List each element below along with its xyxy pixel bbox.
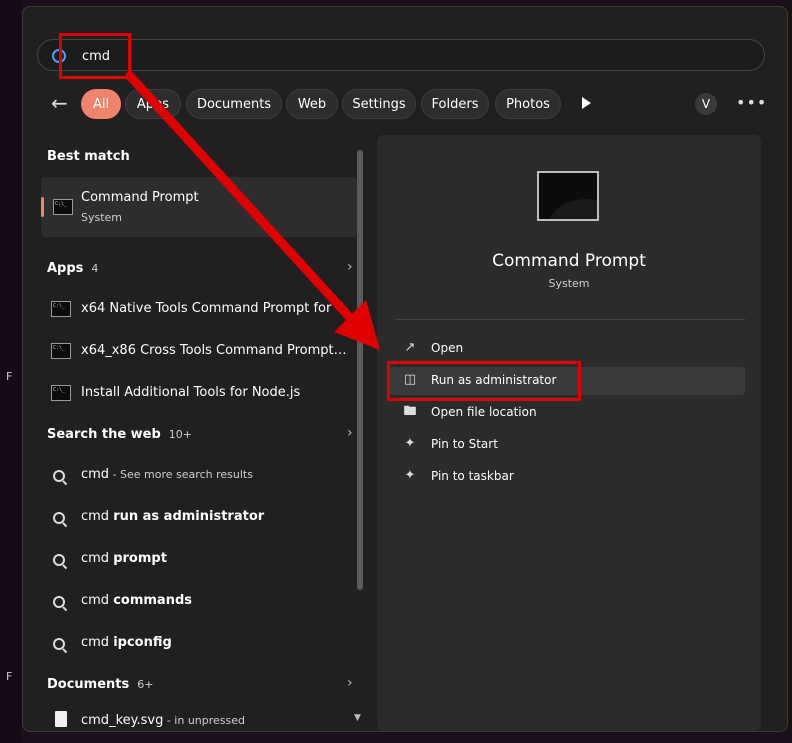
search-icon (53, 512, 65, 524)
start-search-panel: ← All Apps Documents Web Settings Folder… (22, 6, 788, 732)
filter-photos[interactable]: Photos (495, 89, 561, 119)
web-result-label: cmd commands (81, 593, 193, 608)
open-external-icon: ↗ (404, 340, 416, 355)
document-result-label: cmd_key.svg - in unpressed (81, 713, 246, 728)
annotation-highlight-run-as-admin (387, 361, 581, 401)
web-result-label: cmd prompt (81, 551, 167, 566)
search-input[interactable] (80, 44, 684, 68)
command-prompt-icon (53, 199, 73, 215)
action-label: Open file location (431, 405, 537, 419)
filter-settings[interactable]: Settings (342, 89, 416, 119)
web-heading[interactable]: Search the web 10+ (47, 427, 192, 442)
scroll-down-icon[interactable]: ▼ (354, 713, 361, 723)
search-icon (53, 470, 65, 482)
detail-title: Command Prompt (492, 251, 646, 271)
web-result-label: cmd run as administrator (81, 509, 265, 524)
app-result-label: Install Additional Tools for Node.js (81, 385, 301, 400)
selection-accent (41, 197, 44, 217)
search-box[interactable] (37, 39, 765, 71)
documents-heading[interactable]: Documents 6+ (47, 677, 153, 692)
app-result-label: x64 Native Tools Command Prompt for VS (81, 301, 343, 316)
filter-web[interactable]: Web (286, 89, 338, 119)
detail-subtitle: System (548, 277, 590, 290)
best-match-heading: Best match (47, 149, 130, 164)
app-result-label: x64_x86 Cross Tools Command Prompt… (81, 343, 347, 358)
apps-heading[interactable]: Apps 4 (47, 261, 98, 276)
best-match-subtitle: System (81, 211, 123, 224)
action-pin-to-start[interactable]: ✦ Pin to Start (389, 431, 745, 459)
action-open-file-location[interactable]: 🖿 Open file location (389, 399, 745, 427)
desktop-icon-label: F (6, 370, 13, 383)
best-match-item[interactable]: Command Prompt System (41, 177, 357, 237)
filter-folders[interactable]: Folders (421, 89, 489, 119)
results-list: Best match Command Prompt System Apps4 ›… (37, 137, 357, 731)
chevron-right-icon[interactable]: › (347, 259, 353, 275)
desktop-edge: F F (0, 0, 22, 743)
arrow-left-icon[interactable]: ← (51, 93, 68, 113)
filter-all[interactable]: All (81, 89, 121, 119)
action-label: Pin to taskbar (431, 469, 514, 483)
desktop-icon-label: F (6, 670, 13, 683)
play-icon[interactable] (582, 97, 591, 109)
action-label: Open (431, 341, 464, 355)
file-icon (55, 711, 67, 727)
filter-apps[interactable]: Apps (125, 89, 181, 119)
web-result-label: cmd ipconfig (81, 635, 172, 650)
best-match-title: Command Prompt (81, 190, 199, 205)
web-result-label: cmd - See more search results (81, 467, 253, 482)
avatar[interactable]: V (695, 93, 717, 115)
divider (395, 319, 745, 320)
results-scrollbar[interactable] (357, 150, 363, 590)
action-open[interactable]: ↗ Open (389, 335, 745, 363)
command-prompt-icon (51, 301, 71, 317)
annotation-highlight-search (59, 33, 131, 79)
command-prompt-large-icon (537, 171, 599, 221)
pin-icon: ✦ (404, 468, 416, 483)
folder-icon: 🖿 (403, 404, 417, 419)
action-label: Pin to Start (431, 437, 498, 451)
search-icon (53, 638, 65, 650)
pin-icon: ✦ (404, 436, 416, 451)
command-prompt-icon (51, 385, 71, 401)
detail-pane: Command Prompt System ↗ Open ◫ Run as ad… (377, 135, 761, 731)
filter-documents[interactable]: Documents (186, 89, 282, 119)
search-icon (53, 596, 65, 608)
chevron-right-icon[interactable]: › (347, 425, 353, 441)
search-icon (53, 554, 65, 566)
chevron-right-icon[interactable]: › (347, 675, 353, 691)
action-pin-to-taskbar[interactable]: ✦ Pin to taskbar (389, 463, 745, 491)
command-prompt-icon (51, 343, 71, 359)
ellipsis-icon[interactable]: ••• (736, 93, 767, 112)
